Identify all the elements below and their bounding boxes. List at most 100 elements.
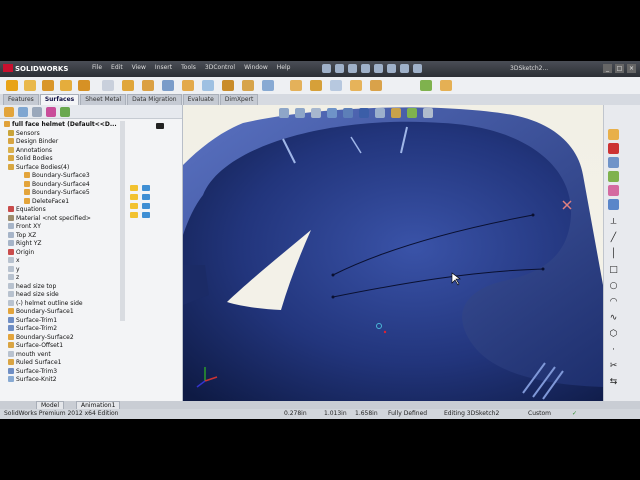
appearance-icon[interactable] [142,194,150,200]
thicken-icon[interactable] [290,80,302,91]
tab-surfaces[interactable]: Surfaces [39,94,80,105]
display-manager-icon[interactable] [60,107,70,117]
tree-item[interactable]: Design Binder [0,138,120,147]
delete-face-icon[interactable] [350,80,362,91]
zoom-to-fit-icon[interactable] [279,108,289,118]
custom-properties-icon[interactable] [608,199,619,210]
view-orientation-icon[interactable] [343,108,353,118]
tree-item[interactable]: Ruled Surface1 [0,359,120,368]
thickened-cut-icon[interactable] [310,80,322,91]
boundary-surface-icon[interactable] [78,80,90,91]
rebuild-status-icon[interactable]: ✓ [572,409,577,419]
trim-surface-icon[interactable] [222,80,234,91]
planar-surface-icon[interactable] [122,80,134,91]
trim-entities-icon[interactable]: ✂ [608,361,619,372]
tree-item[interactable]: Solid Bodies [0,155,120,164]
tree-item[interactable]: Material <not specified> [0,214,120,224]
tree-item[interactable]: DeleteFace1 [0,197,120,207]
lofted-surface-icon[interactable] [60,80,72,91]
solidworks-resources-icon[interactable] [608,129,619,140]
tree-item[interactable]: Surface Bodies(4) [0,163,120,173]
color-swatch-icon[interactable] [130,185,138,191]
tree-item[interactable]: Boundary-Surface5 [0,189,120,198]
view-settings-icon[interactable] [423,108,433,118]
tree-item[interactable]: y [0,265,120,275]
mid-surface-icon[interactable] [440,80,452,91]
property-manager-icon[interactable] [18,107,28,117]
minimize-icon[interactable]: _ [603,64,612,73]
tab-data-migration[interactable]: Data Migration [127,94,182,105]
tree-item[interactable]: Boundary-Surface2 [0,333,120,343]
sketch-endpoint[interactable] [531,213,535,217]
tree-item[interactable]: Annotations [0,146,120,156]
tree-item[interactable]: Boundary-Surface1 [0,308,120,317]
options-icon[interactable] [413,64,422,73]
tree-item[interactable]: Top XZ [0,231,120,241]
polygon-icon[interactable]: ⬡ [608,329,619,340]
status-units[interactable]: Custom [528,409,551,419]
tree-item[interactable]: Surface-Trim1 [0,316,120,326]
revolved-surface-icon[interactable] [24,80,36,91]
menu-tools[interactable]: Tools [181,64,196,71]
untrim-surface-icon[interactable] [242,80,254,91]
zoom-to-area-icon[interactable] [295,108,305,118]
tree-item[interactable]: head size top [0,282,120,292]
tree-item[interactable]: (-) helmet outline side [0,299,120,309]
sketch-endpoint[interactable] [541,267,545,271]
menu-window[interactable]: Window [244,64,268,71]
swept-surface-icon[interactable] [42,80,54,91]
menu-help[interactable]: Help [277,64,291,71]
dimxpert-manager-icon[interactable] [46,107,56,117]
appearance-icon[interactable] [142,212,150,218]
tree-item[interactable]: Surface-Trim2 [0,325,120,334]
color-swatch-icon[interactable] [130,203,138,209]
feature-tree-icon[interactable] [4,107,14,117]
rectangle-icon[interactable]: □ [608,265,619,276]
tree-item[interactable]: Front XY [0,223,120,232]
centerline-icon[interactable]: │ [608,249,619,260]
menu-view[interactable]: View [132,64,146,71]
display-style-icon[interactable] [359,108,369,118]
tab-features[interactable]: Features [3,94,39,105]
tree-item[interactable]: Origin [0,248,120,258]
display-pane-icon[interactable] [156,123,164,129]
restore-icon[interactable]: □ [615,64,624,73]
undo-icon[interactable] [374,64,383,73]
section-view-icon[interactable] [327,108,337,118]
open-icon[interactable] [335,64,344,73]
fillet-icon[interactable] [182,80,194,91]
appearance-icon[interactable] [142,203,150,209]
sketch-endpoint[interactable] [331,273,335,277]
file-explorer-icon[interactable] [608,157,619,168]
filled-surface-icon[interactable] [102,80,114,91]
menu-edit[interactable]: Edit [111,64,123,71]
tree-item[interactable]: Right YZ [0,240,120,249]
configuration-manager-icon[interactable] [32,107,42,117]
tree-item[interactable]: head size side [0,291,120,300]
color-swatch-icon[interactable] [130,194,138,200]
tree-item[interactable]: Boundary-Surface3 [0,172,120,181]
smart-dimension-icon[interactable]: ⟂ [608,217,619,228]
tree-item[interactable]: Sensors [0,129,120,139]
tab-sheet-metal[interactable]: Sheet Metal [80,94,127,105]
extend-surface-icon[interactable] [202,80,214,91]
tree-root[interactable]: full face helmet (Default<<D... [0,121,120,130]
sketch-endpoint[interactable] [331,295,335,299]
cut-with-surface-icon[interactable] [330,80,342,91]
hide-show-items-icon[interactable] [375,108,385,118]
tree-item[interactable]: x [0,257,120,266]
flatten-icon[interactable] [420,80,432,91]
save-icon[interactable] [348,64,357,73]
print-icon[interactable] [361,64,370,73]
view-palette-icon[interactable] [608,171,619,182]
line-icon[interactable]: ╱ [608,233,619,244]
tree-item[interactable]: z [0,274,120,283]
circle-icon[interactable]: ○ [608,281,619,292]
appearances-icon[interactable] [608,185,619,196]
previous-view-icon[interactable] [311,108,321,118]
color-swatch-icon[interactable] [130,212,138,218]
tab-dimxpert[interactable]: DimXpert [219,94,259,105]
tree-item[interactable]: Equations [0,206,120,215]
appearance-icon[interactable] [142,185,150,191]
tree-item[interactable]: Surface-Trim3 [0,367,120,377]
